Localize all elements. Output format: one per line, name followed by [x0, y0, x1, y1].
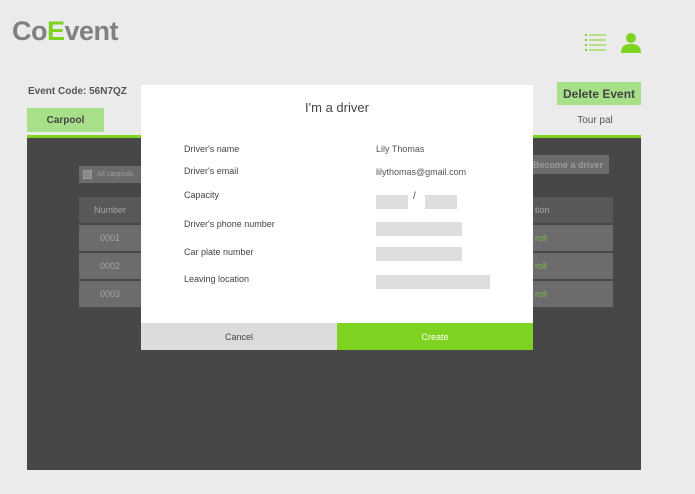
capacity-current-input[interactable] [376, 195, 408, 209]
enroll-link[interactable]: roll [533, 253, 613, 279]
enroll-link[interactable]: roll [533, 225, 613, 251]
cancel-button[interactable]: Cancel [141, 323, 337, 350]
all-carpools-checkbox[interactable] [83, 170, 92, 179]
modal-title: I'm a driver [305, 100, 369, 115]
delete-event-button[interactable]: Delete Event [557, 82, 641, 105]
logo-text-co: Co [12, 16, 48, 46]
leaving-location-input[interactable] [376, 275, 490, 289]
logo-text-accent: E [47, 16, 65, 46]
driver-modal: I'm a driver Driver's name Lily Thomas D… [141, 85, 533, 350]
table-row-number: 0001 [79, 225, 141, 251]
car-plate-input[interactable] [376, 247, 462, 261]
leaving-location-label: Leaving location [184, 274, 250, 284]
drivers-name-label: Driver's name [184, 144, 240, 154]
column-header-action: tion [533, 197, 613, 223]
enroll-link[interactable]: roll [533, 281, 613, 307]
capacity-max-input[interactable] [425, 195, 457, 209]
user-icon[interactable] [620, 32, 642, 53]
event-code: Event Code: 56N7QZ [28, 86, 127, 97]
tab-tour-pal[interactable]: Tour pal [565, 110, 625, 130]
capacity-separator: / [413, 191, 416, 202]
drivers-name-value: Lily Thomas [376, 144, 425, 154]
phone-number-label: Driver's phone number [184, 219, 275, 229]
all-carpools-filter[interactable]: All carpools [79, 166, 145, 183]
app-logo[interactable]: CoEvent [12, 16, 119, 47]
table-row-number: 0002 [79, 253, 141, 279]
tab-carpool[interactable]: Carpool [27, 108, 104, 132]
become-driver-button[interactable]: Become a driver [527, 155, 609, 174]
hamburger-list-icon[interactable] [585, 34, 606, 51]
logo-text-vent: vent [64, 16, 119, 46]
create-button[interactable]: Create [337, 323, 533, 350]
column-header-number: Number [79, 197, 141, 223]
car-plate-label: Car plate number [184, 247, 254, 257]
phone-number-input[interactable] [376, 222, 462, 236]
drivers-email-value: lilythomas@gmail.com [376, 167, 467, 177]
drivers-email-label: Driver's email [184, 166, 239, 176]
capacity-label: Capacity [184, 190, 220, 200]
table-row-number: 0003 [79, 281, 141, 307]
all-carpools-label: All carpools [97, 171, 134, 178]
